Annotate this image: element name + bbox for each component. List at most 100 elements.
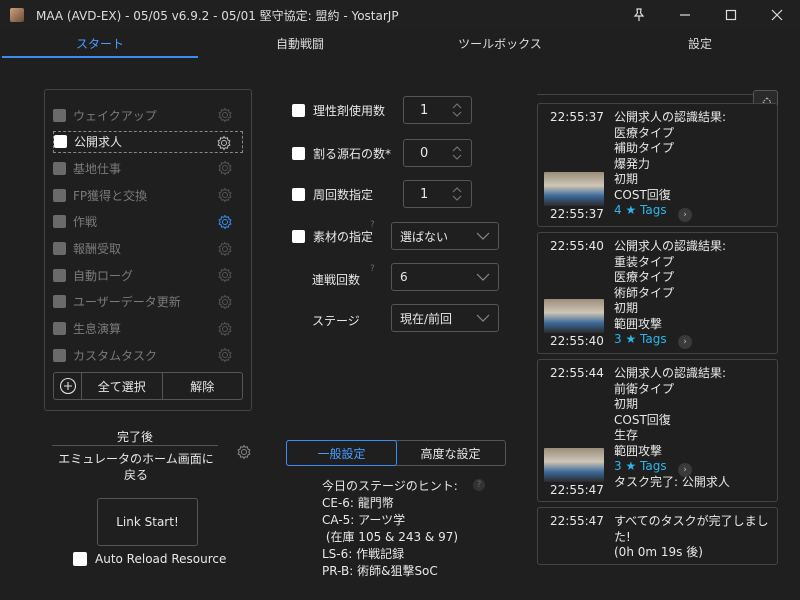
- gear-icon[interactable]: [217, 267, 233, 283]
- chevron-right-icon[interactable]: ›: [678, 335, 692, 349]
- pin-icon[interactable]: [616, 0, 662, 30]
- title-bar: MAA (AVD-EX) - 05/05 v6.9.2 - 05/01 堅守協定…: [0, 0, 800, 30]
- task-checkbox[interactable]: [53, 108, 66, 122]
- help-icon[interactable]: ?: [370, 264, 375, 274]
- gear-icon[interactable]: [217, 187, 233, 203]
- originium-spinner[interactable]: 0: [403, 139, 472, 167]
- gear-icon[interactable]: [217, 321, 233, 337]
- link-start-button[interactable]: Link Start!: [97, 498, 198, 546]
- tab-advanced-settings[interactable]: 高度な設定: [396, 441, 505, 465]
- hint-line: CE-6: 龍門幣: [322, 496, 394, 510]
- gear-icon[interactable]: [217, 214, 233, 230]
- gear-icon[interactable]: [217, 107, 233, 123]
- settings-segment: 一般設定 高度な設定: [286, 440, 506, 466]
- task-item[interactable]: ユーザーデータ更新: [53, 291, 243, 313]
- spinner-arrows-icon[interactable]: [451, 186, 463, 202]
- task-item[interactable]: 基地仕事: [53, 157, 243, 179]
- spinner-arrows-icon[interactable]: [451, 145, 463, 161]
- task-item[interactable]: FP獲得と交換: [53, 184, 243, 206]
- task-label: 自動ローグ: [73, 268, 134, 283]
- task-item[interactable]: 自動ローグ: [53, 264, 243, 286]
- material-checkbox[interactable]: [292, 229, 305, 243]
- gear-icon[interactable]: [217, 160, 233, 176]
- times-spinner[interactable]: 1: [403, 180, 472, 208]
- task-item[interactable]: 生息演算: [53, 318, 243, 340]
- task-checkbox[interactable]: [53, 295, 66, 309]
- tab-toolbox[interactable]: ツールボックス: [400, 30, 600, 58]
- task-checkbox[interactable]: [53, 268, 66, 282]
- task-button-bar: 全て選択 解除: [53, 372, 243, 400]
- gear-icon[interactable]: [217, 241, 233, 257]
- originium-checkbox[interactable]: [292, 146, 305, 160]
- auto-reload-check-box[interactable]: [73, 552, 87, 566]
- add-task-button[interactable]: [54, 373, 82, 399]
- log-line: 前衛タイプ: [614, 381, 675, 396]
- help-icon[interactable]: ?: [370, 220, 375, 230]
- task-checkbox[interactable]: [53, 242, 66, 255]
- log-time: 22:55:40: [550, 239, 604, 253]
- log-time: 22:55:44: [550, 366, 604, 380]
- select-all-button[interactable]: 全て選択: [82, 373, 163, 399]
- task-checkbox[interactable]: [54, 135, 67, 149]
- log-time: 22:55:47: [550, 483, 604, 497]
- tab-settings[interactable]: 設定: [600, 30, 800, 58]
- times-label: 周回数指定: [313, 187, 374, 202]
- stage-hints: 今日のステージのヒント: CE-6: 龍門幣 CA-5: アーツ学 (在庫 10…: [322, 478, 458, 580]
- chevron-right-icon[interactable]: ›: [678, 208, 692, 222]
- close-icon[interactable]: [754, 0, 800, 30]
- task-item[interactable]: カスタムタスク: [53, 344, 243, 366]
- task-checkbox[interactable]: [53, 161, 66, 175]
- chevron-down-icon: [476, 232, 490, 240]
- task-item[interactable]: 作戦: [53, 211, 243, 233]
- tab-start[interactable]: スタート: [0, 30, 200, 58]
- stage-label: ステージ: [312, 314, 360, 328]
- tags-link[interactable]: 3 ★ Tags: [614, 459, 730, 475]
- times-checkbox[interactable]: [292, 187, 305, 201]
- maximize-icon[interactable]: [708, 0, 754, 30]
- spinner-arrows-icon[interactable]: [451, 102, 463, 118]
- help-icon[interactable]: ?: [473, 479, 485, 491]
- log-time: 22:55:47: [550, 514, 604, 528]
- task-checkbox[interactable]: [53, 188, 66, 202]
- log-entry: 22:55:37 公開求人の認識結果: 医療タイプ 補助タイプ 爆発力 初期 C…: [537, 103, 778, 227]
- task-item[interactable]: 公開求人: [53, 130, 243, 153]
- material-combo[interactable]: 選ばない: [391, 222, 499, 250]
- stage-combo[interactable]: 現在/前回: [391, 304, 499, 332]
- screenshot-thumbnail[interactable]: [544, 299, 604, 333]
- sanity-potion-value: 1: [420, 102, 429, 118]
- screenshot-thumbnail[interactable]: [544, 448, 604, 482]
- minimize-icon[interactable]: [662, 0, 708, 30]
- sanity-potion-checkbox[interactable]: [292, 103, 305, 117]
- series-label: 連戦回数: [312, 273, 361, 287]
- task-checkbox[interactable]: [53, 322, 66, 336]
- tab-auto-battle[interactable]: 自動戦闘: [200, 30, 400, 58]
- task-item[interactable]: ウェイクアップ: [53, 104, 243, 126]
- after-complete-select[interactable]: エミュレータのホーム画面に戻る: [56, 451, 216, 483]
- screenshot-thumbnail[interactable]: [544, 172, 604, 206]
- task-checkbox[interactable]: [53, 215, 66, 229]
- originium-row: 割る源石の数*: [292, 140, 391, 166]
- clear-button[interactable]: 解除: [163, 373, 243, 399]
- log-entry: 22:55:47 すべてのタスクが完了しまし た! (0h 0m 19s 後): [537, 507, 778, 565]
- after-complete-gear-icon[interactable]: [236, 444, 252, 463]
- log-line: 公開求人の認識結果:: [614, 110, 727, 124]
- task-checkbox[interactable]: [53, 348, 66, 362]
- hint-line: CA-5: アーツ学: [322, 513, 406, 527]
- gear-icon[interactable]: [217, 294, 233, 310]
- chevron-right-icon[interactable]: ›: [678, 463, 692, 477]
- gear-icon[interactable]: [217, 347, 233, 363]
- log-line: タスク完了: 公開求人: [614, 474, 730, 489]
- log-line: 初期: [614, 397, 639, 411]
- task-item[interactable]: 報酬受取: [53, 238, 243, 260]
- task-label: 公開求人: [74, 135, 123, 150]
- tags-link[interactable]: 4 ★ Tags: [614, 203, 726, 219]
- log-text: 公開求人の認識結果: 医療タイプ 補助タイプ 爆発力 初期 COST回復 4 ★…: [614, 110, 726, 219]
- gear-icon[interactable]: [216, 135, 232, 151]
- tab-general-settings[interactable]: 一般設定: [286, 440, 397, 466]
- material-row: 素材の指定: [292, 223, 373, 249]
- tags-link[interactable]: 3 ★ Tags: [614, 332, 726, 348]
- series-combo[interactable]: 6: [391, 263, 499, 291]
- auto-reload-checkbox[interactable]: Auto Reload Resource: [73, 552, 226, 566]
- task-label: 生息演算: [73, 322, 122, 337]
- sanity-potion-spinner[interactable]: 1: [403, 96, 472, 124]
